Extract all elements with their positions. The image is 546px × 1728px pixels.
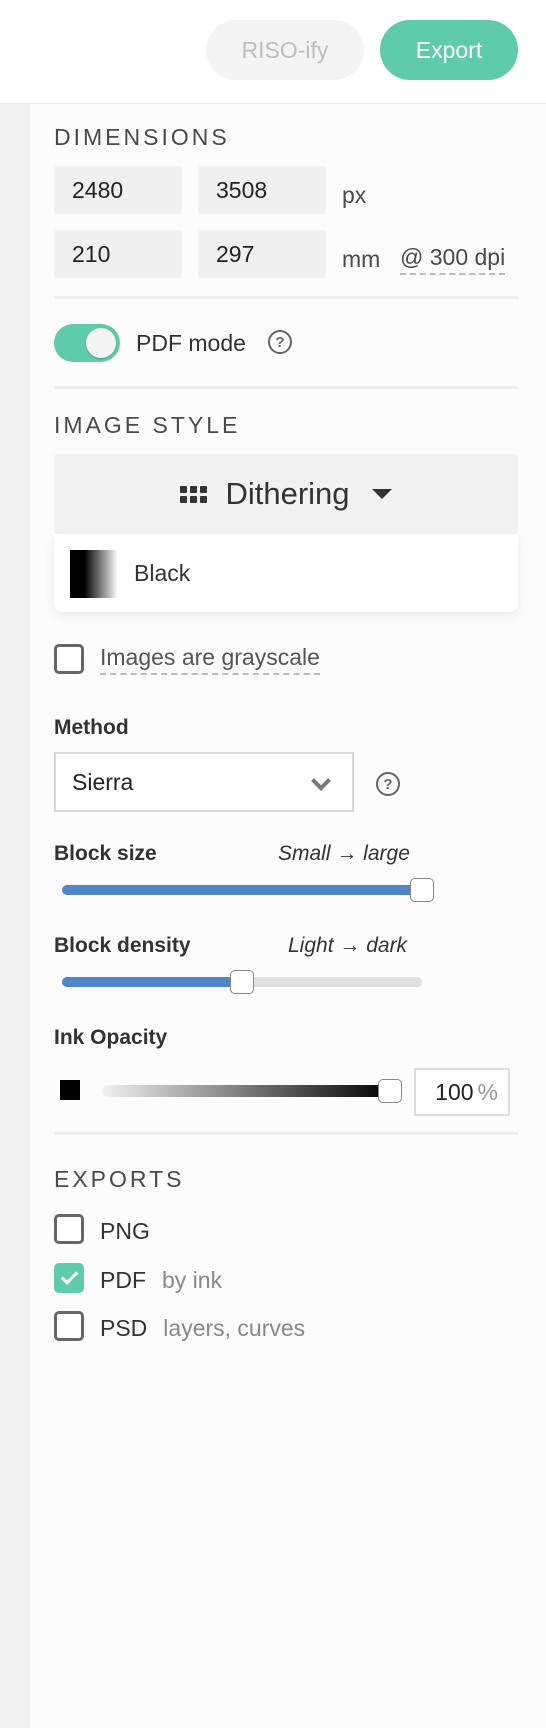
toggle-knob — [86, 328, 116, 358]
height-px-input[interactable]: 3508 — [198, 166, 326, 214]
block-density-hint: Light → dark — [288, 934, 408, 957]
dpi-link[interactable]: @ 300 dpi — [400, 244, 506, 275]
export-item-psd[interactable]: PSD layers, curves — [100, 1315, 305, 1342]
chevron-down-icon — [311, 771, 331, 791]
block-density-fill — [62, 977, 242, 987]
checkmark-icon — [60, 1267, 79, 1285]
ink-opacity-thumb[interactable] — [378, 1079, 402, 1103]
ink-color-swatch — [60, 1080, 80, 1100]
exports-heading: EXPORTS — [54, 1166, 185, 1192]
ink-opacity-value: 100 — [435, 1078, 474, 1105]
dimensions-heading: DIMENSIONS — [54, 124, 230, 150]
block-density-label: Block density — [54, 934, 191, 957]
block-size-label: Block size — [54, 842, 157, 865]
block-size-fill — [62, 885, 422, 895]
ink-opacity-label: Ink Opacity — [54, 1026, 168, 1049]
export-hint-pdf: by ink — [162, 1267, 223, 1293]
export-item-png[interactable]: PNG — [100, 1218, 150, 1245]
png-checkbox[interactable] — [54, 1214, 84, 1244]
divider — [54, 1132, 518, 1135]
grayscale-label[interactable]: Images are grayscale — [100, 644, 320, 675]
percent-unit: % — [477, 1078, 498, 1105]
image-style-heading: IMAGE STYLE — [54, 412, 241, 438]
width-px-input[interactable]: 2480 — [54, 166, 182, 214]
image-style-value: Dithering — [225, 476, 350, 511]
px-unit-label: px — [342, 182, 367, 208]
method-select[interactable]: Sierra — [54, 752, 354, 812]
export-button[interactable]: Export — [380, 20, 518, 80]
height-mm-input[interactable]: 297 — [198, 230, 326, 278]
ink-opacity-input[interactable]: 100% — [414, 1068, 510, 1116]
width-mm-input[interactable]: 210 — [54, 230, 182, 278]
left-gutter — [0, 104, 30, 1728]
export-hint-psd: layers, curves — [163, 1315, 306, 1341]
question-circle-icon[interactable]: ? — [268, 330, 292, 354]
block-size-hint: Small → large — [278, 842, 410, 865]
method-value: Sierra — [72, 768, 134, 795]
ink-name: Black — [134, 560, 191, 586]
pdf-mode-toggle[interactable] — [54, 324, 120, 362]
ink-opacity-slider[interactable] — [102, 1079, 402, 1103]
pdf-checkbox[interactable] — [54, 1263, 84, 1293]
caret-down-icon — [371, 489, 392, 499]
riso-ify-button[interactable]: RISO-ify — [206, 20, 364, 80]
export-label-pdf: PDF — [100, 1267, 146, 1293]
divider — [54, 296, 518, 299]
top-bar: RISO-ify Export — [0, 0, 546, 104]
block-size-slider[interactable] — [62, 878, 434, 902]
grayscale-checkbox[interactable] — [54, 644, 84, 674]
ink-gradient-swatch — [70, 550, 118, 598]
grid-icon — [180, 485, 208, 503]
export-label-psd: PSD — [100, 1315, 148, 1341]
psd-checkbox[interactable] — [54, 1311, 84, 1341]
export-label-png: PNG — [100, 1218, 150, 1244]
export-item-pdf[interactable]: PDF by ink — [100, 1267, 222, 1294]
pdf-mode-label: PDF mode — [136, 330, 246, 356]
block-density-thumb[interactable] — [230, 970, 254, 994]
mm-unit-label: mm — [342, 246, 381, 272]
image-style-dropdown[interactable]: Dithering — [54, 454, 518, 534]
question-circle-icon[interactable]: ? — [376, 772, 400, 796]
method-label: Method — [54, 716, 129, 739]
divider — [54, 386, 518, 389]
block-size-thumb[interactable] — [410, 878, 434, 902]
block-density-slider[interactable] — [62, 970, 422, 994]
ink-option[interactable]: Black — [54, 534, 518, 612]
